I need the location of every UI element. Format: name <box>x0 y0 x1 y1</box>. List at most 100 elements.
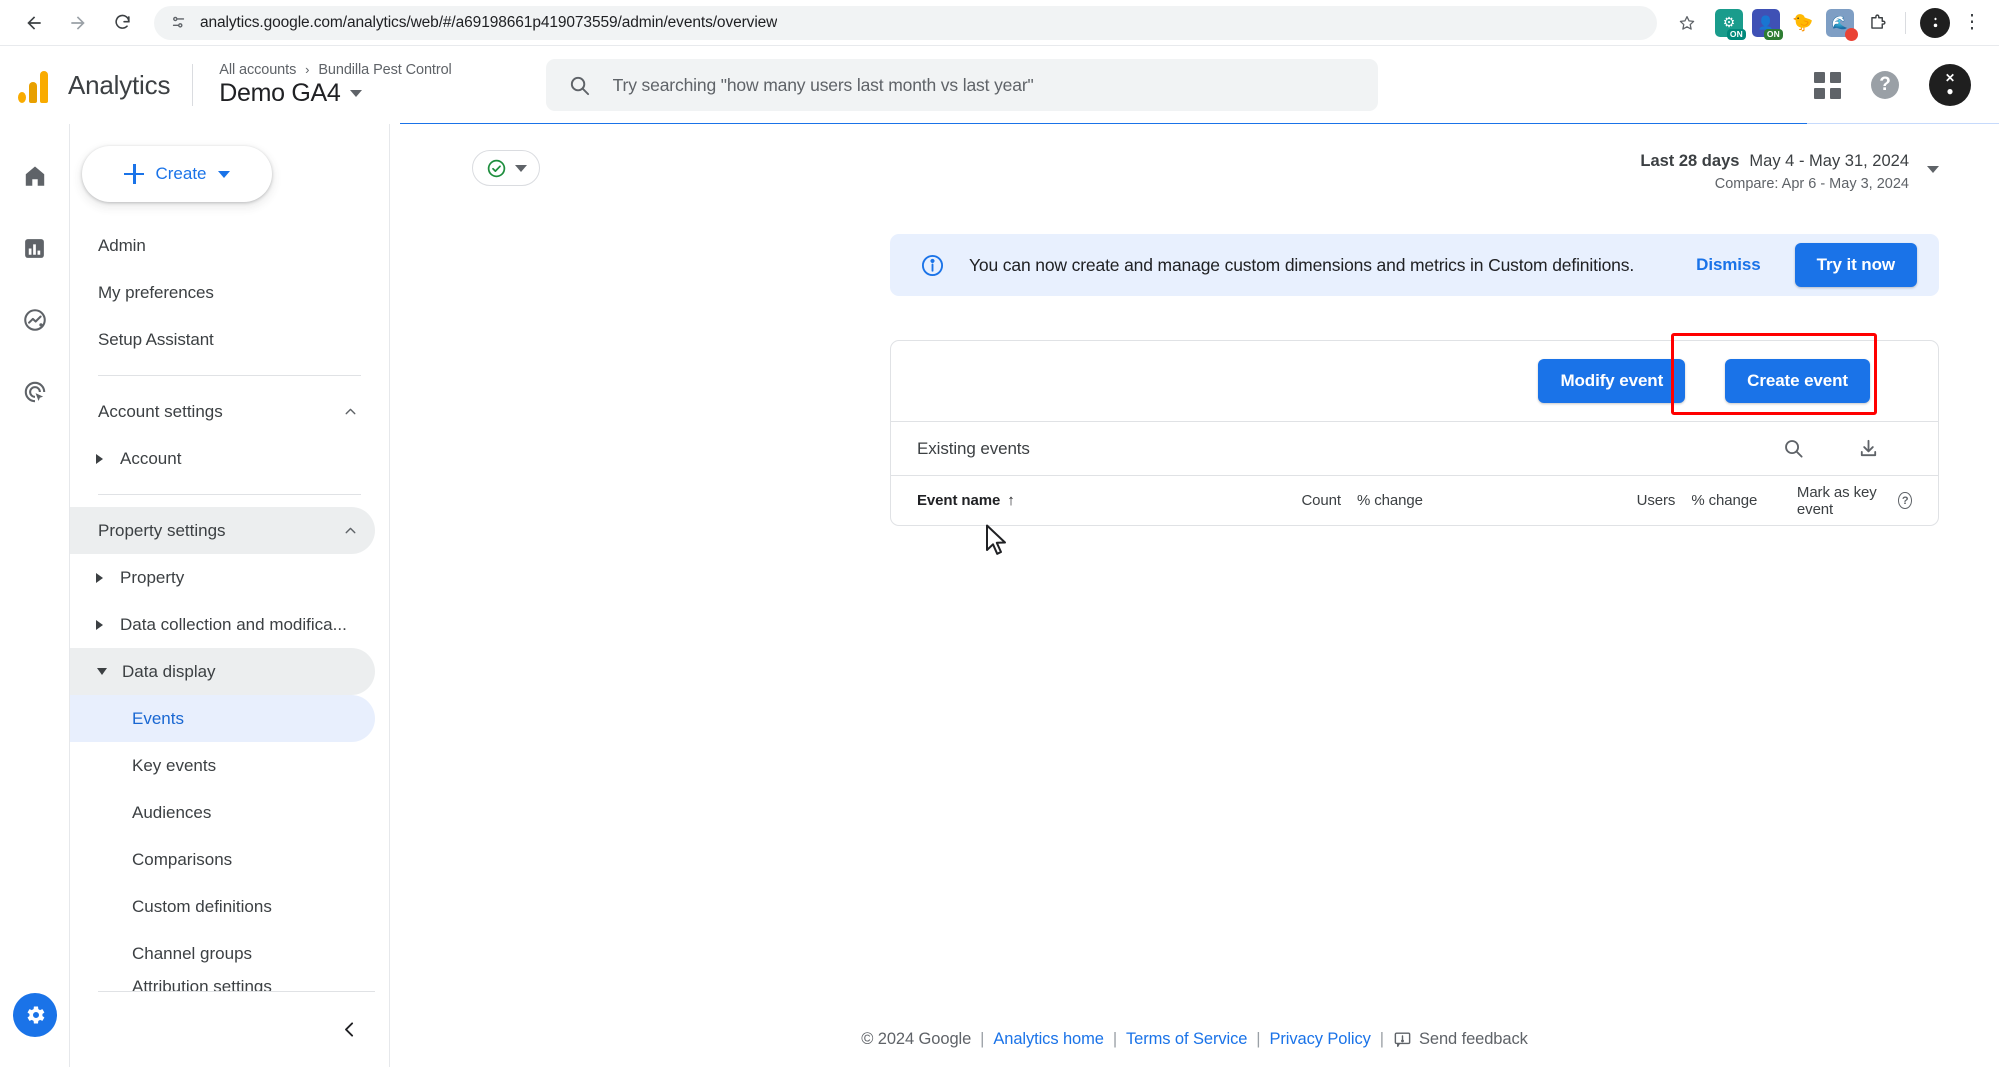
sidebar-item-key-events[interactable]: Key events <box>70 742 375 789</box>
footer-separator: | <box>1256 1029 1261 1048</box>
sidebar-item-property[interactable]: Property <box>70 554 375 601</box>
extension-icon-3[interactable]: 🐤 <box>1789 9 1817 37</box>
advertising-target-icon[interactable] <box>13 370 57 414</box>
avatar[interactable]: ✕ ● <box>1929 64 1971 106</box>
property-name: Demo GA4 <box>219 79 341 107</box>
help-icon[interactable]: ? <box>1898 492 1912 509</box>
address-bar[interactable]: analytics.google.com/analytics/web/#/a69… <box>154 5 1657 40</box>
sidebar-item-setup-assistant[interactable]: Setup Assistant <box>70 316 375 363</box>
property-name-row[interactable]: Demo GA4 <box>219 79 451 108</box>
try-it-now-button[interactable]: Try it now <box>1794 243 1917 287</box>
extension-icons: ⚙ ON 👤 ON 🐤 🌊 ⋮ <box>1705 7 1985 41</box>
sidebar-group-label: Account settings <box>98 401 223 421</box>
sidebar-item-label: Events <box>132 708 184 728</box>
extension-icon-2[interactable]: 👤 ON <box>1752 8 1783 40</box>
search-icon[interactable] <box>1782 437 1805 460</box>
help-icon[interactable]: ? <box>1871 71 1899 99</box>
chrome-menu-icon[interactable]: ⋮ <box>1959 8 1985 38</box>
banner-actions: Dismiss Try it now <box>1696 243 1917 287</box>
sidebar-item-account[interactable]: Account <box>70 435 375 482</box>
column-label: Event name <box>917 492 1001 509</box>
sidebar-item-data-display[interactable]: Data display <box>70 648 375 695</box>
modify-event-button[interactable]: Modify event <box>1538 359 1686 403</box>
admin-gear-icon[interactable] <box>12 993 57 1037</box>
analytics-home-link[interactable]: Analytics home <box>993 1030 1104 1049</box>
sidebar-item-audiences[interactable]: Audiences <box>70 789 375 836</box>
download-icon[interactable] <box>1857 437 1880 460</box>
extension-icon-4[interactable]: 🌊 <box>1826 8 1858 41</box>
browser-toolbar: analytics.google.com/analytics/web/#/a69… <box>0 0 1999 46</box>
date-range-dates: May 4 - May 31, 2024 <box>1749 152 1909 170</box>
create-event-button[interactable]: Create event <box>1725 359 1870 403</box>
brand-title: Analytics <box>68 69 171 100</box>
chevron-down-icon <box>514 164 527 172</box>
site-settings-icon[interactable] <box>168 13 188 33</box>
star-icon[interactable] <box>1673 9 1701 37</box>
extensions-puzzle-icon[interactable] <box>1863 9 1891 37</box>
sidebar-item-label: Channel groups <box>132 943 253 963</box>
sidebar-item-my-preferences[interactable]: My preferences <box>70 269 375 316</box>
column-count[interactable]: Count <box>1256 492 1341 509</box>
analytics-brand[interactable]: Analytics <box>10 67 170 103</box>
sidebar-item-custom-definitions[interactable]: Custom definitions <box>70 883 375 930</box>
date-range-compare: Compare: Apr 6 - May 3, 2024 <box>1714 176 1909 192</box>
feedback-icon <box>1393 1030 1412 1049</box>
sidebar-item-admin[interactable]: Admin <box>70 222 375 269</box>
extension-badge: ON <box>1726 28 1746 40</box>
sidebar-group-account-settings[interactable]: Account settings <box>70 388 375 435</box>
back-arrow-icon[interactable] <box>14 3 54 43</box>
admin-sidebar: Create Admin My preferences Setup Assist… <box>70 124 390 1067</box>
breadcrumb-account-name[interactable]: Bundilla Pest Control <box>318 62 451 78</box>
google-apps-grid-icon[interactable] <box>1814 71 1841 99</box>
column-label: Count <box>1301 492 1341 509</box>
send-feedback-button[interactable]: Send feedback <box>1393 1030 1528 1049</box>
sidebar-item-label: Comparisons <box>132 849 233 869</box>
extension-icon-1[interactable]: ⚙ ON <box>1715 8 1746 40</box>
reload-icon[interactable] <box>102 3 142 43</box>
events-table-header: Event name ↑ Count % change Users % chan… <box>891 475 1938 525</box>
header-actions: ? ✕ ● <box>1814 64 1977 106</box>
home-icon[interactable] <box>13 154 57 198</box>
sidebar-group-property-settings[interactable]: Property settings <box>70 507 375 554</box>
column-count-change[interactable]: % change <box>1341 492 1463 509</box>
terms-of-service-link[interactable]: Terms of Service <box>1126 1030 1247 1049</box>
sidebar-item-clipped[interactable]: Attribution settings <box>70 977 375 991</box>
footer-separator: | <box>1379 1029 1384 1048</box>
account-selector[interactable]: All accounts › Bundilla Pest Control Dem… <box>219 62 452 108</box>
sidebar-item-channel-groups[interactable]: Channel groups <box>70 930 375 977</box>
plus-icon <box>124 164 145 184</box>
extension-badge: ON <box>1763 28 1783 40</box>
dismiss-button[interactable]: Dismiss <box>1696 255 1761 275</box>
date-range-selector[interactable]: Last 28 days May 4 - May 31, 2024 Compare… <box>1640 150 1939 192</box>
date-range-text: Last 28 days May 4 - May 31, 2024 Compare… <box>1640 152 1909 192</box>
sidebar-group-label: Property settings <box>98 520 226 540</box>
sidebar-item-comparisons[interactable]: Comparisons <box>70 836 375 883</box>
sidebar-item-events[interactable]: Events <box>70 695 375 742</box>
info-banner: You can now create and manage custom dim… <box>890 234 1939 296</box>
reports-bar-chart-icon[interactable] <box>13 226 57 270</box>
column-event-name[interactable]: Event name ↑ <box>917 492 1256 509</box>
browser-profile-avatar[interactable] <box>1920 7 1950 38</box>
status-badge[interactable] <box>472 150 540 186</box>
triangle-right-icon <box>96 572 103 583</box>
sidebar-item-label: Data display <box>122 661 216 681</box>
column-label: Mark as key event <box>1796 483 1877 518</box>
sidebar-item-data-collection[interactable]: Data collection and modifica... <box>70 601 375 648</box>
search-input[interactable]: Try searching "how many users last month… <box>545 59 1378 111</box>
sort-arrow-up-icon: ↑ <box>1007 492 1015 509</box>
column-users[interactable]: Users <box>1463 492 1676 509</box>
sidebar-divider <box>98 375 361 376</box>
column-users-change[interactable]: % change <box>1675 492 1797 509</box>
create-button[interactable]: Create <box>82 146 272 202</box>
triangle-right-icon <box>96 453 103 464</box>
existing-events-title: Existing events <box>917 438 1030 458</box>
existing-events-header: Existing events <box>891 421 1938 475</box>
triangle-right-icon <box>96 619 103 630</box>
send-feedback-label: Send feedback <box>1418 1029 1528 1048</box>
privacy-policy-link[interactable]: Privacy Policy <box>1269 1030 1370 1049</box>
forward-arrow-icon[interactable] <box>58 3 98 43</box>
explore-icon[interactable] <box>13 298 57 342</box>
column-label: % change <box>1691 492 1758 509</box>
breadcrumb-all-accounts[interactable]: All accounts <box>219 62 296 78</box>
chevron-left-icon[interactable] <box>331 1012 367 1048</box>
